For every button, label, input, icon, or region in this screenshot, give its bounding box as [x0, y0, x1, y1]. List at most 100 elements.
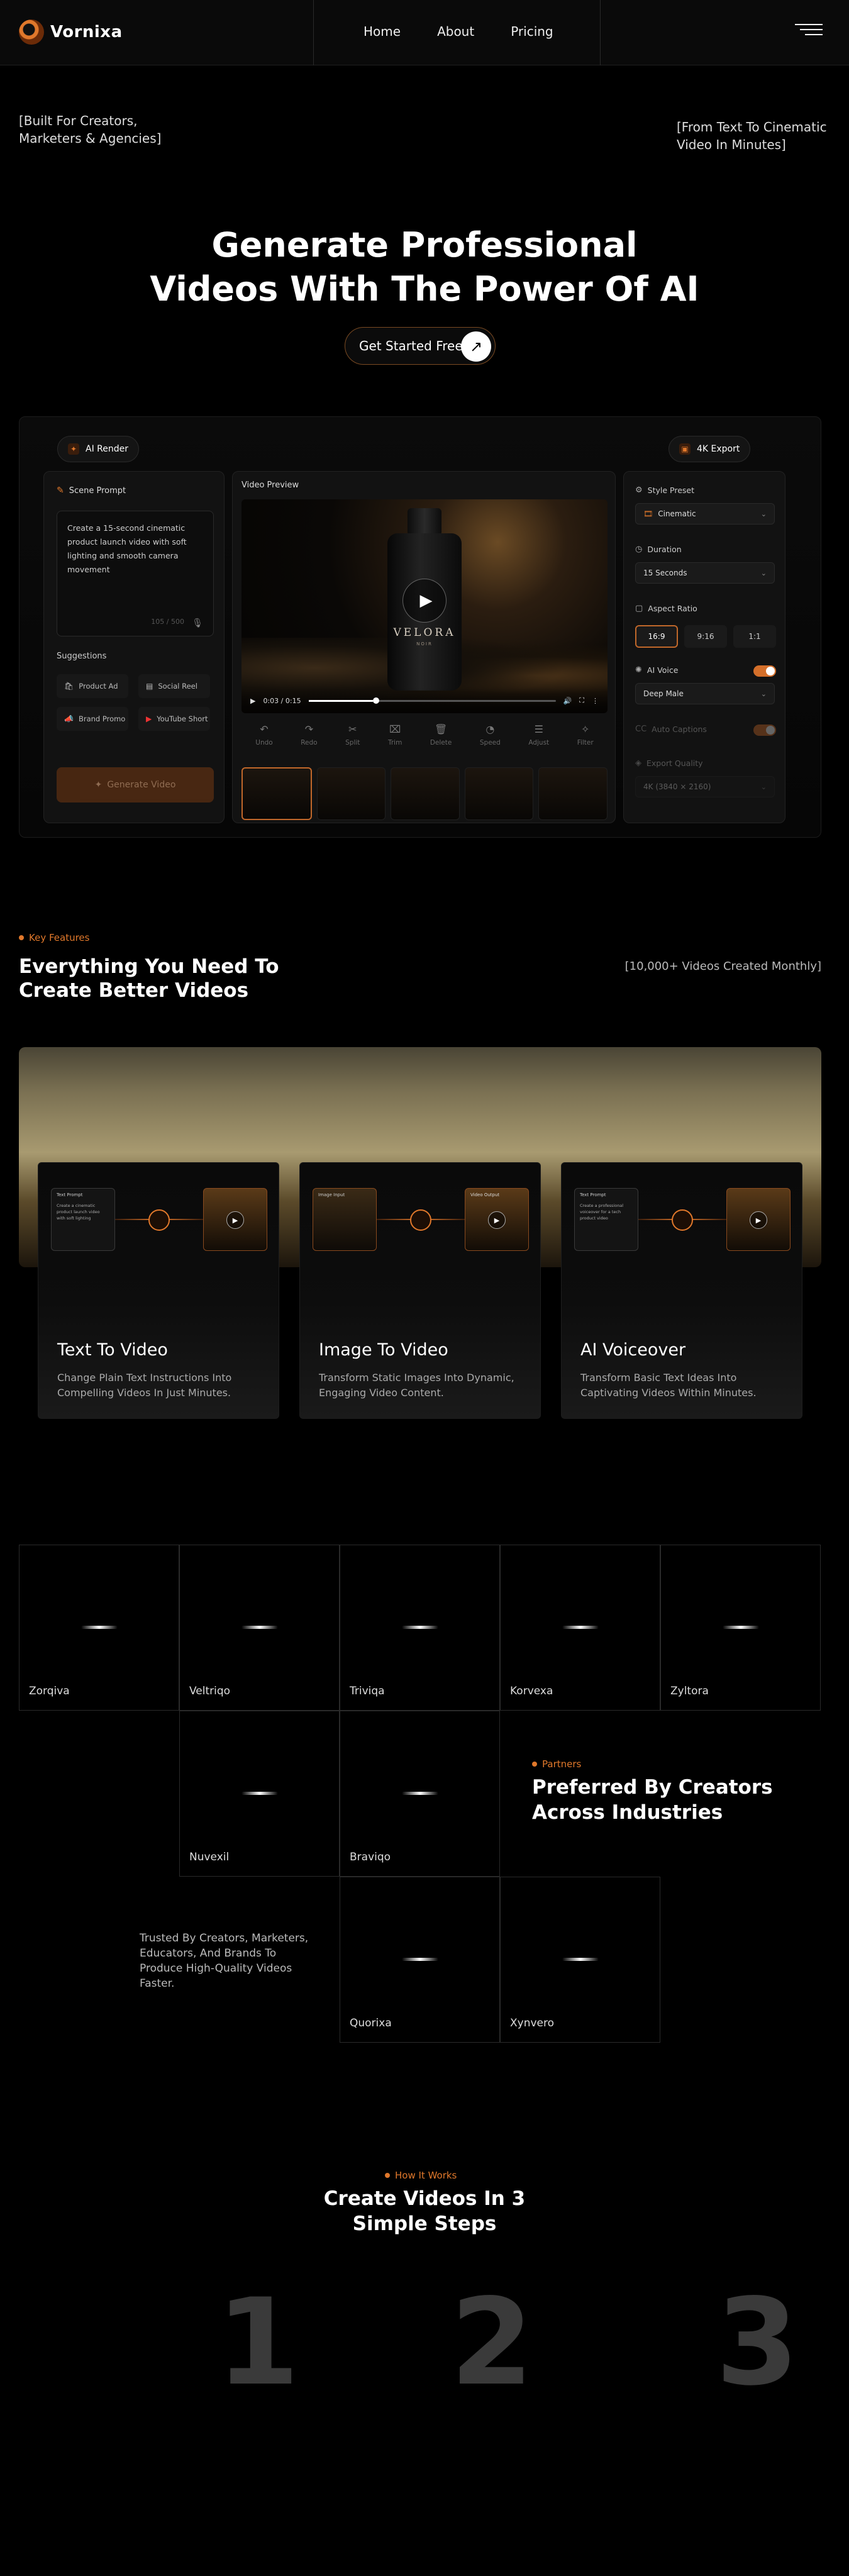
feature-card-text-to-video[interactable]: Text Prompt Create a cinematic product la…: [38, 1162, 279, 1419]
video-output-box: ▶: [203, 1188, 267, 1251]
more-options-icon[interactable]: ⋮: [592, 697, 599, 705]
duration-select[interactable]: 15 Seconds ⌄: [635, 562, 775, 584]
suggestion-social-reel[interactable]: ▤ Social Reel: [138, 674, 210, 698]
play-small-icon[interactable]: ▶: [250, 697, 255, 705]
brand-logo[interactable]: Vornixa: [19, 19, 123, 45]
tool-label: Undo: [255, 739, 273, 747]
volume-icon[interactable]: 🔊: [563, 697, 572, 705]
suggestion-product-ad[interactable]: 🛍 Product Ad: [57, 674, 128, 698]
sparkle-icon: ✦: [94, 780, 103, 790]
video-scrubber[interactable]: [308, 697, 556, 704]
aspect-16-9-button[interactable]: 16:9: [635, 625, 678, 648]
partner-logo-mark: [241, 1792, 278, 1795]
features-kicker-label: Key Features: [29, 932, 90, 943]
features-title: Everything You Need To Create Better Vid…: [19, 955, 279, 1002]
demo-input-label: Text Prompt: [57, 1192, 83, 1197]
fullscreen-icon[interactable]: ⛶: [579, 696, 584, 705]
tool-trim[interactable]: ⌧ Trim: [388, 723, 402, 747]
play-icon: ▶: [226, 1211, 244, 1229]
get-started-button[interactable]: Get Started Free ↗: [345, 327, 496, 365]
process-node-icon: [148, 1209, 170, 1231]
hero-title: Generate Professional Videos With The Po…: [0, 223, 849, 311]
logo-mark-icon: [19, 19, 44, 45]
nav-link-pricing[interactable]: Pricing: [511, 24, 553, 39]
play-icon: ▶: [488, 1211, 506, 1229]
timeline-thumb[interactable]: [316, 767, 386, 820]
4k-export-label: 4K Export: [697, 444, 740, 454]
hero-title-line2: Videos With The Power Of AI: [150, 269, 699, 309]
feature-card-ai-voiceover[interactable]: Text Prompt Create a professional voiceov…: [561, 1162, 802, 1419]
auto-captions-title: CC Auto Captions: [635, 724, 707, 734]
features-title-line2: Create Better Videos: [19, 979, 249, 1002]
editor-mockup: ✦ AI Render ▣ 4K Export ✎ Scene Prompt C…: [19, 416, 821, 838]
feature-card-image-to-video[interactable]: Image Input Video Output ▶ Image To Video…: [299, 1162, 541, 1419]
tool-delete[interactable]: 🗑 Delete: [430, 723, 452, 747]
video-output-box: Video Output ▶: [465, 1188, 529, 1251]
timeline-thumb[interactable]: [241, 767, 312, 820]
timeline-thumb[interactable]: [538, 767, 608, 820]
text-prompt-box: Text Prompt Create a professional voiceov…: [574, 1188, 638, 1251]
aspect-9-16-button[interactable]: 9:16: [684, 625, 727, 648]
suggestion-brand-promo[interactable]: 📣 Brand Promo: [57, 707, 128, 731]
partner-name: Quorixa: [350, 2017, 392, 2029]
chevron-down-icon: ⌄: [760, 569, 767, 577]
tool-redo[interactable]: ↷ Redo: [301, 723, 317, 747]
quality-icon: ◈: [635, 758, 641, 768]
generate-video-label: Generate Video: [107, 780, 176, 790]
ai-voice-toggle[interactable]: [753, 665, 776, 677]
feature-description: Transform Basic Text Ideas Into Captivat…: [580, 1372, 757, 1399]
gauge-icon: ◔: [486, 723, 495, 735]
split-icon: ✂: [348, 723, 357, 735]
tool-undo[interactable]: ↶ Undo: [255, 723, 272, 747]
partner-name: Veltriqo: [189, 1685, 231, 1697]
redo-icon: ↷: [304, 723, 314, 735]
video-preview-title: Video Preview: [241, 480, 299, 490]
nav-links: Home About Pricing: [363, 24, 553, 39]
trusted-text: Trusted By Creators, Marketers, Educator…: [140, 1932, 309, 1990]
feature-description: Transform Static Images Into Dynamic, En…: [319, 1372, 514, 1399]
play-icon: ▶: [750, 1211, 767, 1229]
tool-label: Trim: [387, 739, 402, 747]
process-node-icon: [410, 1209, 431, 1231]
tool-label: Adjust: [528, 739, 550, 747]
tool-split[interactable]: ✂ Split: [345, 723, 360, 747]
voice-select[interactable]: Deep Male ⌄: [635, 683, 775, 704]
video-output-box: ▶: [726, 1188, 791, 1251]
magic-wand-icon: ✎: [57, 486, 64, 496]
feature-description: Change Plain Text Instructions Into Comp…: [57, 1372, 232, 1399]
auto-captions-toggle[interactable]: [753, 724, 776, 736]
scene-prompt-textarea[interactable]: Create a 15-second cinematic product lau…: [57, 511, 214, 636]
timeline-thumb[interactable]: [464, 767, 534, 820]
partner-logo-cell: Zyltora: [660, 1545, 821, 1711]
demo-input-text: Create a professional voiceover for a te…: [580, 1203, 624, 1221]
features-kicker: Key Features: [19, 932, 89, 943]
nav-link-home[interactable]: Home: [363, 24, 401, 39]
nav-link-about[interactable]: About: [437, 24, 474, 39]
export-icon: ▣: [679, 443, 691, 455]
sparkle-icon: ✦: [68, 443, 79, 455]
chevron-down-icon: ⌄: [760, 689, 767, 698]
how-kicker-label: How It Works: [395, 2170, 457, 2181]
settings-panel: ⚙ Style Preset 🎞 Cinematic ⌄ ◷ Duration 15 S…: [623, 471, 785, 823]
generate-video-button[interactable]: ✦ Generate Video: [57, 767, 214, 802]
menu-hamburger-icon[interactable]: [795, 24, 823, 40]
export-quality-select[interactable]: 4K (3840 × 2160) ⌄: [635, 776, 775, 797]
tool-speed[interactable]: ◔ Speed: [480, 723, 501, 747]
captions-icon: CC: [635, 724, 647, 734]
partner-name: Braviqo: [350, 1851, 391, 1863]
microphone-icon[interactable]: 🎙: [192, 618, 203, 628]
timeline-thumb[interactable]: [391, 767, 460, 820]
product-name: VELORA: [393, 626, 456, 639]
scene-prompt-label: Scene Prompt: [69, 486, 126, 496]
tool-filter[interactable]: ✧ Filter: [577, 723, 594, 747]
video-player[interactable]: VELORA NOIR ▶ ▶ 0:03 / 0:15 🔊 ⛶ ⋮: [241, 499, 608, 713]
style-preset-select[interactable]: 🎞 Cinematic ⌄: [635, 503, 775, 525]
play-button-icon[interactable]: ▶: [402, 579, 447, 623]
image-to-video-demo: Image Input Video Output ▶: [313, 1188, 529, 1276]
aspect-1-1-button[interactable]: 1:1: [733, 625, 776, 648]
trash-icon: 🗑: [434, 723, 448, 735]
feature-title: Text To Video: [57, 1340, 168, 1360]
suggestion-youtube-short[interactable]: ▶ YouTube Short: [138, 707, 210, 731]
style-preset-title: ⚙ Style Preset: [635, 486, 694, 495]
tool-adjust[interactable]: ☰ Adjust: [528, 723, 549, 747]
